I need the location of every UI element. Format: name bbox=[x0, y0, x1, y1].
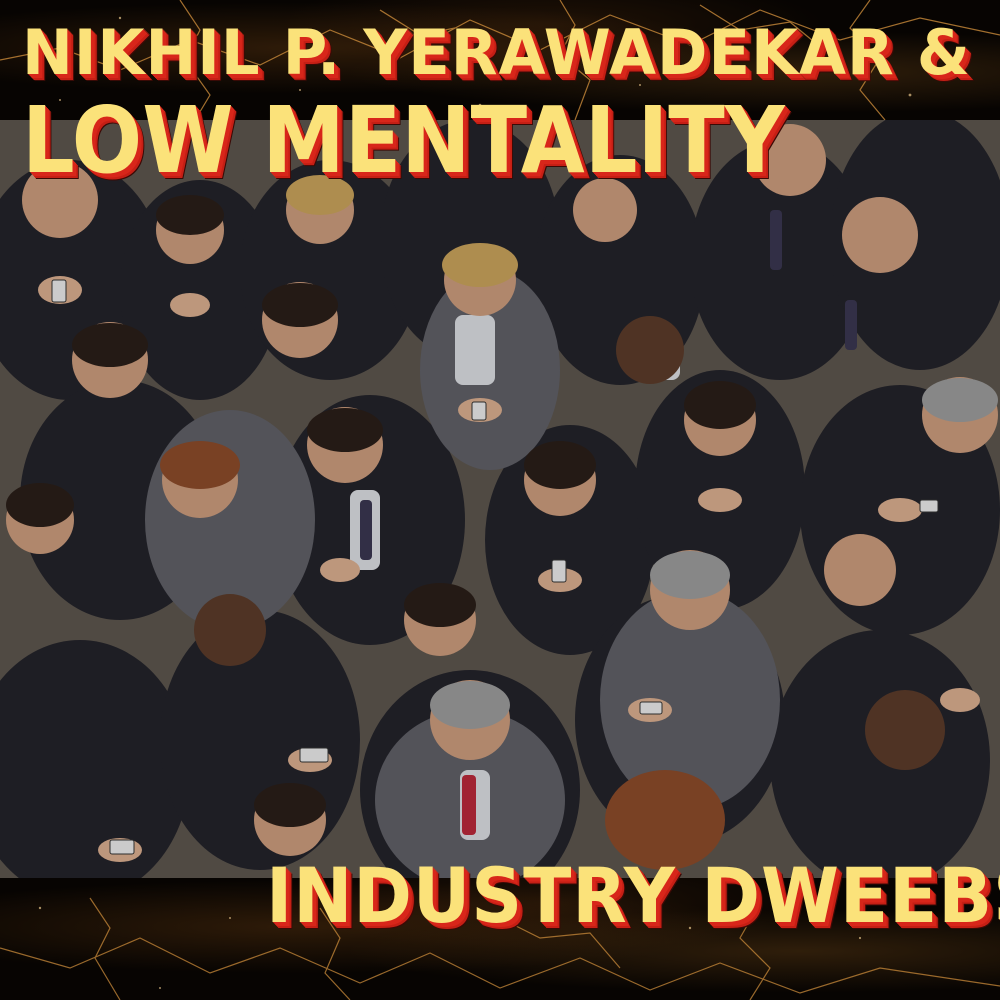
album-title: INDUSTRY DWEEBS bbox=[266, 851, 1000, 940]
businesspeople-crowd-image bbox=[0, 120, 1000, 878]
crowd-photo bbox=[0, 120, 1000, 878]
album-cover: NIKHIL P. YERAWADEKAR & LOW MENTALITY IN… bbox=[0, 0, 1000, 1000]
artist-name-line-2: LOW MENTALITY bbox=[22, 87, 785, 194]
artist-name-line-1: NIKHIL P. YERAWADEKAR & bbox=[22, 16, 971, 89]
